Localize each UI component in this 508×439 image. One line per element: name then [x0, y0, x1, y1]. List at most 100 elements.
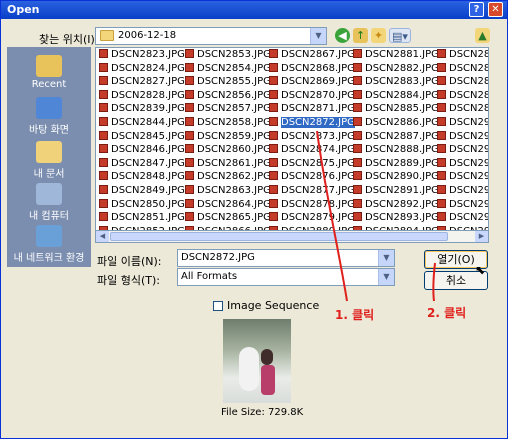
file-item[interactable]: DSCN2863.JPG [184, 184, 271, 198]
new-folder-icon[interactable]: ✦ [371, 28, 386, 43]
file-item[interactable]: DSCN290 [436, 157, 488, 171]
scroll-right-icon[interactable]: ▶ [475, 231, 488, 242]
file-item[interactable]: DSCN290 [436, 184, 488, 198]
file-item[interactable]: DSCN2878.JPG [268, 198, 355, 212]
look-in-combo[interactable]: 2006-12-18 ▼ [95, 27, 327, 45]
file-item[interactable]: DSCN2871.JPG [268, 102, 355, 116]
close-button[interactable]: ✕ [488, 2, 503, 17]
file-item[interactable]: DSCN2884.JPG [352, 89, 439, 103]
file-item[interactable]: DSCN2847.JPG [98, 157, 185, 171]
preview-folder-icon[interactable]: ▲ [475, 28, 490, 43]
file-item[interactable]: DSCN2857.JPG [184, 102, 271, 116]
file-item[interactable]: DSCN2850.JPG [98, 198, 185, 212]
jpeg-file-icon [269, 49, 278, 58]
file-item[interactable]: DSCN2872.JPG [268, 116, 355, 130]
scroll-left-icon[interactable]: ◀ [96, 231, 109, 242]
file-item[interactable]: DSCN2845.JPG [98, 130, 185, 144]
cursor-icon: ⬉ [475, 263, 486, 277]
image-sequence-checkbox[interactable] [213, 301, 223, 311]
jpeg-file-icon [353, 49, 362, 58]
place-desktop[interactable]: 바탕 화면 [7, 97, 91, 136]
file-item[interactable]: DSCN2889.JPG [352, 157, 439, 171]
file-item[interactable]: DSCN2848.JPG [98, 170, 185, 184]
chevron-down-icon[interactable]: ▼ [378, 250, 394, 266]
file-item[interactable]: DSCN2851.JPG [98, 211, 185, 225]
filename-field[interactable]: DSCN2872.JPG ▼ [177, 249, 395, 267]
file-name: DSCN290 [449, 144, 488, 156]
file-item[interactable]: DSCN2869.JPG [268, 75, 355, 89]
file-item[interactable]: DSCN290 [436, 143, 488, 157]
file-item[interactable]: DSCN2846.JPG [98, 143, 185, 157]
view-menu-icon[interactable]: ▤▾ [389, 28, 411, 43]
file-list[interactable]: DSCN2823.JPG DSCN2824.JPG DSCN2827.JPG DSCN… [95, 47, 489, 243]
file-item[interactable]: DSCN2827.JPG [98, 75, 185, 89]
file-item[interactable]: DSCN2890.JPG [352, 170, 439, 184]
file-item[interactable]: DSCN2839.JPG [98, 102, 185, 116]
file-item[interactable]: DSCN2853.JPG [184, 48, 271, 62]
file-item[interactable]: DSCN289 [436, 75, 488, 89]
file-item[interactable]: DSCN2888.JPG [352, 143, 439, 157]
file-item[interactable]: DSCN2882.JPG [352, 62, 439, 76]
file-item[interactable]: DSCN2854.JPG [184, 62, 271, 76]
file-item[interactable]: DSCN2862.JPG [184, 170, 271, 184]
back-icon[interactable]: ◀ [335, 28, 350, 43]
file-item[interactable]: DSCN2864.JPG [184, 198, 271, 212]
file-item[interactable]: DSCN2858.JPG [184, 116, 271, 130]
file-item[interactable]: DSCN2824.JPG [98, 62, 185, 76]
file-item[interactable]: DSCN2859.JPG [184, 130, 271, 144]
file-item[interactable]: DSCN2874.JPG [268, 143, 355, 157]
file-item[interactable]: DSCN289 [436, 102, 488, 116]
file-size: File Size: 729.8K [221, 407, 304, 418]
jpeg-file-icon [353, 157, 362, 167]
chevron-down-icon[interactable]: ▼ [378, 269, 394, 285]
file-item[interactable]: DSCN2883.JPG [352, 75, 439, 89]
file-name: DSCN2876.JPG [281, 171, 355, 183]
filetype-select[interactable]: All Formats ▼ [177, 268, 395, 286]
file-item[interactable]: DSCN289 [436, 89, 488, 103]
file-item[interactable]: DSCN2828.JPG [98, 89, 185, 103]
file-item[interactable]: DSCN2875.JPG [268, 157, 355, 171]
file-item[interactable]: DSCN2893.JPG [352, 211, 439, 225]
file-item[interactable]: DSCN289 [436, 62, 488, 76]
file-item[interactable]: DSCN2886.JPG [352, 116, 439, 130]
file-item[interactable]: DSCN2823.JPG [98, 48, 185, 62]
place-my-documents[interactable]: 내 문서 [7, 141, 91, 180]
file-item[interactable]: DSCN290 [436, 130, 488, 144]
filetype-value: All Formats [181, 271, 238, 282]
jpeg-file-icon [437, 49, 446, 58]
jpeg-file-icon [99, 184, 108, 194]
chevron-down-icon[interactable]: ▼ [310, 28, 326, 44]
recent-folder-icon [36, 55, 62, 77]
file-item[interactable]: DSCN2868.JPG [268, 62, 355, 76]
file-item[interactable]: DSCN2870.JPG [268, 89, 355, 103]
file-item[interactable]: DSCN2865.JPG [184, 211, 271, 225]
file-item[interactable]: DSCN290 [436, 170, 488, 184]
file-item[interactable]: DSCN2856.JPG [184, 89, 271, 103]
file-item[interactable]: DSCN2885.JPG [352, 102, 439, 116]
scroll-thumb[interactable] [110, 232, 448, 241]
file-item[interactable]: DSCN2892.JPG [352, 198, 439, 212]
file-item[interactable]: DSCN2861.JPG [184, 157, 271, 171]
file-item[interactable]: DSCN2844.JPG [98, 116, 185, 130]
file-item[interactable]: DSCN2887.JPG [352, 130, 439, 144]
file-item[interactable]: DSCN290 [436, 211, 488, 225]
file-item[interactable]: DSCN2879.JPG [268, 211, 355, 225]
file-item[interactable]: DSCN289 [436, 48, 488, 62]
file-item[interactable]: DSCN290 [436, 198, 488, 212]
file-item[interactable]: DSCN2881.JPG [352, 48, 439, 62]
place-network[interactable]: 내 네트워크 환경 [7, 225, 91, 264]
file-item[interactable]: DSCN2855.JPG [184, 75, 271, 89]
file-item[interactable]: DSCN2876.JPG [268, 170, 355, 184]
file-item[interactable]: DSCN2867.JPG [268, 48, 355, 62]
file-item[interactable]: DSCN290 [436, 116, 488, 130]
file-item[interactable]: DSCN2877.JPG [268, 184, 355, 198]
file-item[interactable]: DSCN2849.JPG [98, 184, 185, 198]
up-folder-icon[interactable]: ↑ [353, 28, 368, 43]
file-item[interactable]: DSCN2891.JPG [352, 184, 439, 198]
file-item[interactable]: DSCN2873.JPG [268, 130, 355, 144]
file-item[interactable]: DSCN2860.JPG [184, 143, 271, 157]
help-button[interactable]: ? [469, 2, 484, 17]
horizontal-scrollbar[interactable]: ◀ ▶ [95, 230, 489, 243]
place-my-computer[interactable]: 내 컴퓨터 [7, 183, 91, 222]
place-recent[interactable]: Recent [7, 55, 91, 90]
